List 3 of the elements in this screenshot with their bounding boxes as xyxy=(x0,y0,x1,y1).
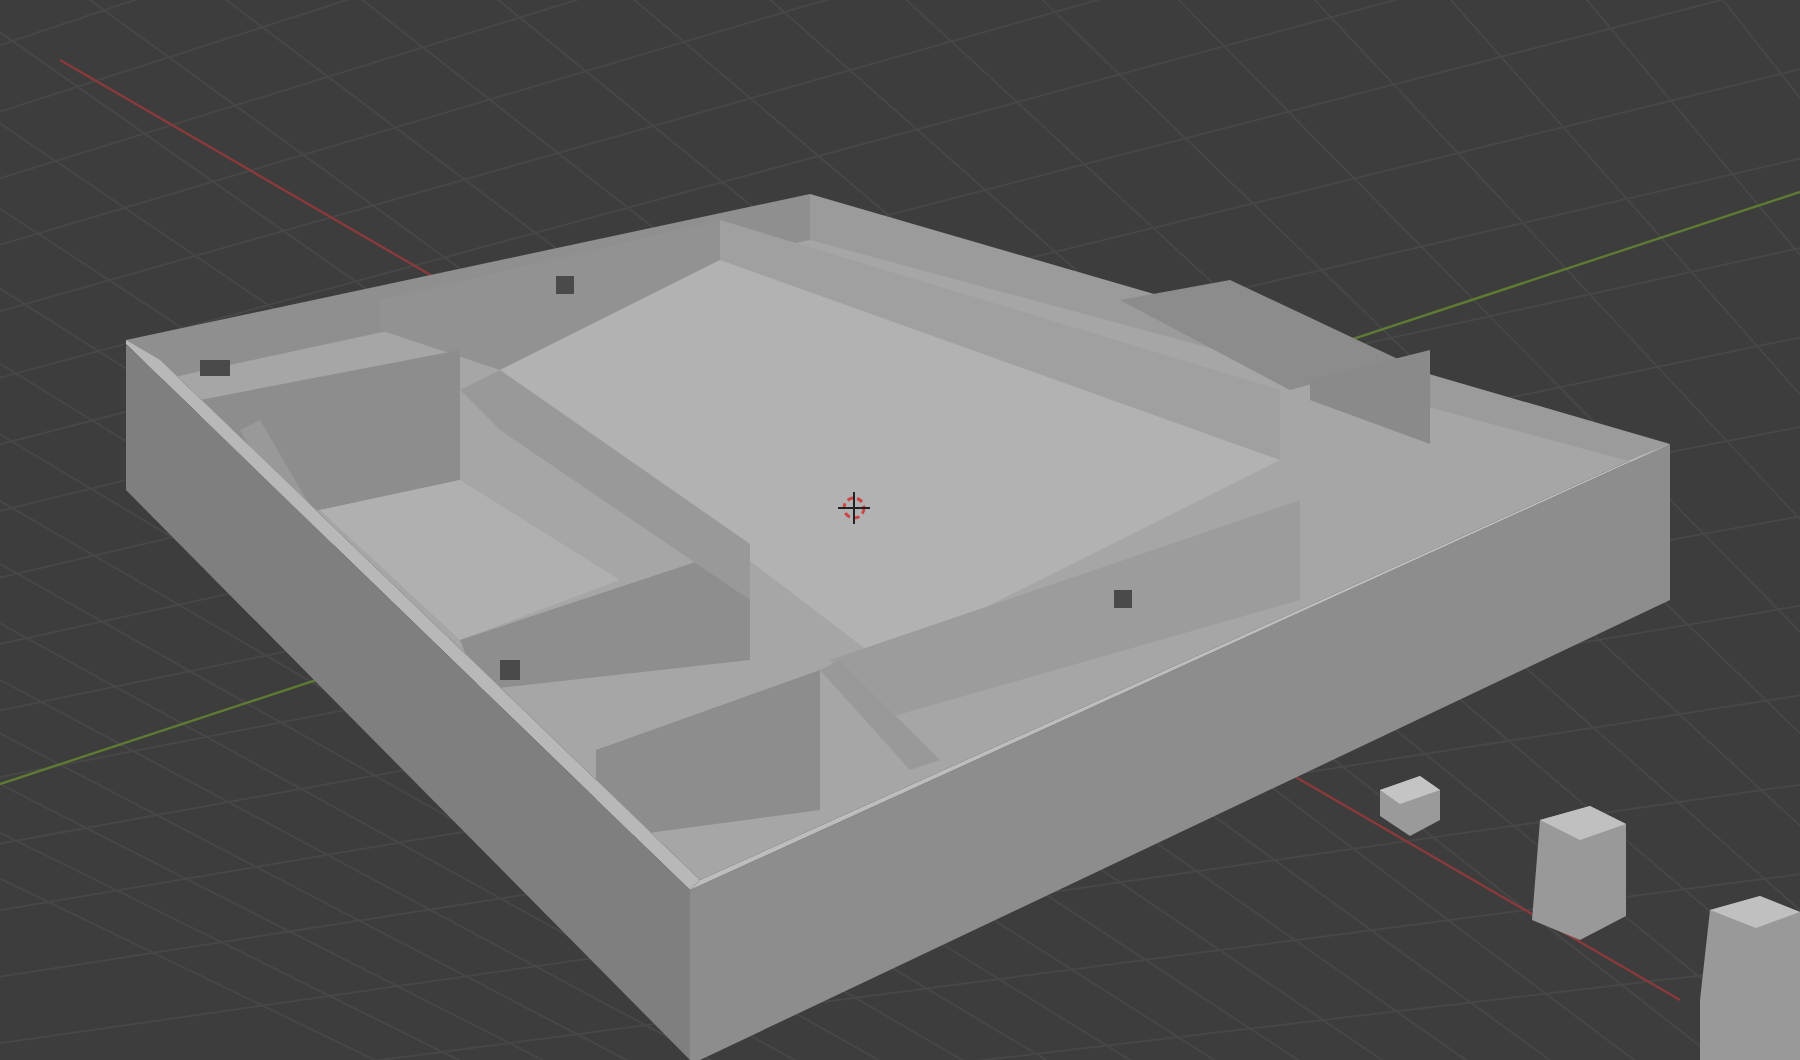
cursor-icon xyxy=(837,491,871,525)
box-drawing xyxy=(1532,806,1626,940)
box-drawing xyxy=(1380,776,1440,836)
